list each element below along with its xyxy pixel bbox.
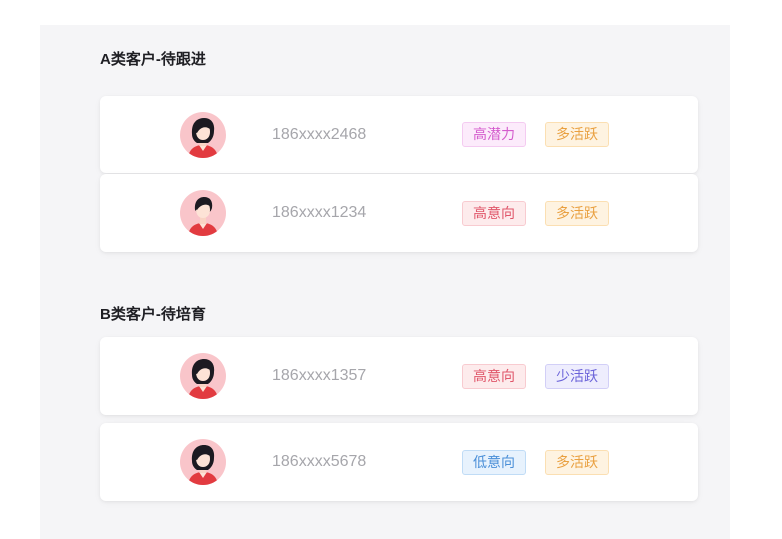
avatar (180, 439, 226, 485)
customer-card[interactable]: 186xxxx1234 高意向 多活跃 (100, 174, 698, 252)
customer-phone: 186xxxx1234 (272, 204, 367, 221)
activity-tag: 少活跃 (545, 363, 609, 389)
avatar-woman-icon (180, 190, 226, 236)
avatar-woman-icon (180, 439, 226, 485)
section-title: A类客户-待跟进 (100, 51, 206, 68)
customer-phone: 186xxxx1357 (272, 367, 367, 384)
activity-tag: 多活跃 (545, 122, 609, 147)
avatar (180, 353, 226, 399)
avatar (180, 190, 226, 236)
avatar (180, 111, 226, 158)
activity-tag: 多活跃 (545, 200, 609, 226)
intent-tag: 高潜力 (462, 122, 526, 147)
customer-card[interactable]: 186xxxx1357 高意向 少活跃 (100, 337, 698, 415)
avatar-woman-icon (180, 353, 226, 399)
section-title: B类客户-待培育 (100, 306, 206, 323)
activity-tag: 多活跃 (545, 449, 609, 475)
intent-tag: 高意向 (462, 363, 526, 389)
avatar-woman-icon (180, 111, 226, 158)
intent-tag: 高意向 (462, 200, 526, 226)
customer-card[interactable]: 186xxxx5678 低意向 多活跃 (100, 423, 698, 501)
customer-phone: 186xxxx2468 (272, 125, 367, 143)
customer-card[interactable]: 186xxxx2468 高潜力 多活跃 (100, 96, 698, 173)
customer-phone: 186xxxx5678 (272, 453, 367, 470)
intent-tag: 低意向 (462, 449, 526, 475)
